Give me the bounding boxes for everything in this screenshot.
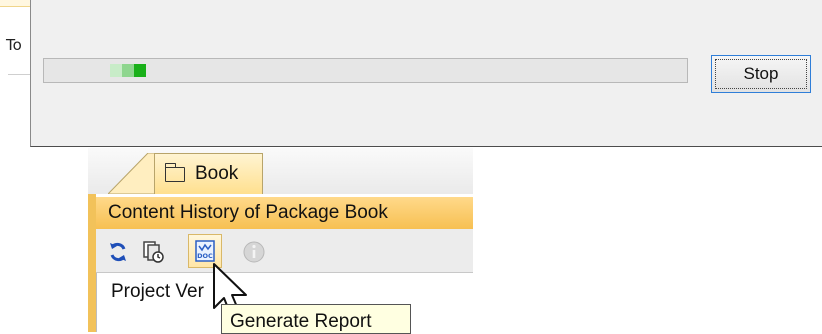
folder-icon [164,162,185,182]
tab-slope [108,153,156,194]
panel-frame [88,194,96,332]
compare-icon [143,241,164,263]
panel-title-text: Content History of Package Book [108,202,388,223]
tooltip-text: Generate Report [230,311,372,332]
toolbar: DOC [96,229,473,273]
stop-button[interactable]: Stop [711,55,811,93]
refresh-icon [110,242,126,262]
report-icon: DOC [195,240,215,262]
svg-text:DOC: DOC [197,252,213,260]
tab-strip: Book [88,148,473,194]
progress-bar-fill [110,64,146,77]
panel-title: Content History of Package Book [96,197,473,229]
refresh-button[interactable] [102,236,134,268]
project-version-label: Project Ver [111,281,204,302]
document-divider [8,74,30,75]
document-side-text: To [6,36,22,54]
tab-book-label: Book [195,163,239,184]
progress-bar [43,58,688,83]
progress-dialog: Stop [30,0,822,147]
compare-button[interactable] [137,236,169,268]
info-icon [243,241,265,263]
tooltip: Generate Report [221,304,411,334]
focus-ring [715,59,807,89]
tab-book[interactable]: Book [154,153,263,194]
